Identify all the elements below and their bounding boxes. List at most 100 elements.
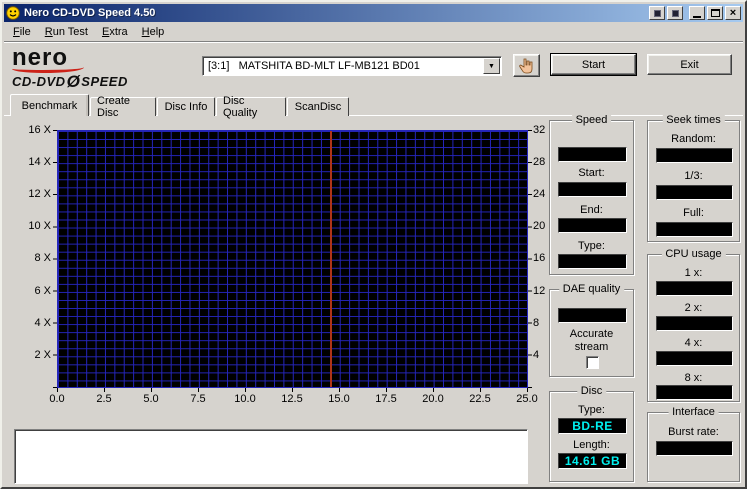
benchmark-chart — [57, 130, 528, 388]
y-axis-right-ticks — [528, 130, 532, 389]
menu-extra[interactable]: Extra — [95, 23, 135, 41]
menu-bar: File Run Test Extra Help — [4, 22, 743, 42]
disc-panel: Disc Type: BD-RE Length: 14.61 GB — [549, 385, 634, 482]
tab-disc-quality[interactable]: Disc Quality — [216, 95, 286, 119]
x-tick-label: 17.5 — [375, 393, 397, 405]
speed-start-field — [558, 182, 627, 197]
tab-benchmark[interactable]: Benchmark — [10, 94, 89, 116]
tab-scandisc[interactable]: ScanDisc — [287, 97, 349, 116]
dae-score-field — [558, 308, 627, 323]
dae-quality-title: DAE quality — [558, 283, 625, 295]
seek-random-field — [656, 148, 733, 163]
x-tick-label: 10.0 — [234, 393, 256, 405]
speed-end-label: End: — [580, 204, 603, 216]
logo-product-text: CD-DVD Ø SPEED — [12, 72, 128, 91]
x-tick-label: 22.5 — [469, 393, 491, 405]
x-tick-label: 5.0 — [143, 393, 159, 405]
y-axis-left-ticks — [53, 130, 57, 389]
results-text-area[interactable] — [14, 429, 528, 484]
cpu-8x-field — [656, 385, 733, 400]
drive-action-button[interactable] — [513, 54, 540, 77]
seek-full-label: Full: — [683, 207, 704, 219]
x-tick-label: 20.0 — [422, 393, 444, 405]
app-icon — [6, 6, 20, 20]
tab-disc-info[interactable]: Disc Info — [157, 97, 215, 116]
titlebar-tool-button-2[interactable] — [667, 6, 683, 20]
x-tick-label: 15.0 — [328, 393, 350, 405]
speed-start-label: Start: — [578, 167, 605, 179]
menu-help[interactable]: Help — [135, 23, 172, 41]
nero-brand-text: nero — [12, 44, 69, 71]
start-button[interactable]: Start — [550, 53, 637, 76]
menu-run-test[interactable]: Run Test — [38, 23, 95, 41]
y-left-tick-label: 2 X — [34, 349, 51, 361]
cpu-usage-panel: CPU usage 1 x: 2 x: 4 x: 8 x: — [647, 248, 740, 402]
seek-times-panel: Seek times Random: 1/3: Full: — [647, 114, 740, 242]
cpu-2x-field — [656, 316, 733, 331]
accurate-stream-checkbox[interactable] — [586, 356, 599, 369]
interface-panel-title: Interface — [668, 406, 719, 418]
x-tick-label: 12.5 — [281, 393, 303, 405]
disc-panel-title: Disc — [576, 385, 607, 397]
maximize-button[interactable] — [707, 6, 723, 20]
y-left-tick-label: 4 X — [34, 317, 51, 329]
seek-third-label: 1/3: — [684, 170, 703, 182]
maximize-icon — [710, 9, 720, 17]
cpu-2x-label: 2 x: — [684, 302, 703, 314]
interface-panel: Interface Burst rate: — [647, 406, 740, 482]
x-tick-label: 0.0 — [49, 393, 65, 405]
x-tick-label: 2.5 — [96, 393, 112, 405]
disc-length-value: 14.61 GB — [558, 453, 627, 469]
drive-selector-value: [3:1] MATSHITA BD-MLT LF-MB121 BD01 — [208, 60, 420, 72]
cpu-1x-field — [656, 281, 733, 296]
app-window: Nero CD-DVD Speed 4.50 × File Run Test E… — [0, 0, 747, 489]
disc-type-value: BD-RE — [558, 418, 627, 434]
minimize-icon — [693, 16, 701, 18]
tool-icon — [653, 9, 661, 17]
nero-logo: nero CD-DVD Ø SPEED — [12, 44, 182, 91]
title-bar: Nero CD-DVD Speed 4.50 × — [4, 4, 743, 22]
y-left-tick-label: 12 X — [28, 188, 51, 200]
cpu-1x-label: 1 x: — [684, 267, 703, 279]
y-left-tick-label: 6 X — [34, 285, 51, 297]
seek-third-field — [656, 185, 733, 200]
seek-times-title: Seek times — [662, 114, 725, 126]
cpu-4x-label: 4 x: — [684, 337, 703, 349]
y-left-tick-label: 8 X — [34, 252, 51, 264]
window-title: Nero CD-DVD Speed 4.50 — [24, 7, 156, 19]
seek-random-label: Random: — [671, 133, 716, 145]
seek-full-field — [656, 222, 733, 237]
y-left-tick-label: 16 X — [28, 124, 51, 136]
close-icon: × — [729, 7, 737, 19]
speed-current-field — [558, 147, 627, 162]
speed-type-label: Type: — [578, 240, 605, 252]
drive-selector[interactable]: [3:1] MATSHITA BD-MLT LF-MB121 BD01 ▼ — [202, 56, 502, 76]
speed-panel-title: Speed — [571, 114, 612, 126]
disc-type-label: Type: — [578, 404, 605, 416]
cpu-usage-title: CPU usage — [661, 248, 726, 260]
tool-icon — [671, 9, 679, 17]
chart-cursor-line — [330, 131, 332, 387]
minimize-button[interactable] — [689, 6, 705, 20]
speed-panel: Speed Start: End: Type: — [549, 114, 634, 275]
speed-end-field — [558, 218, 627, 233]
x-tick-label: 7.5 — [190, 393, 206, 405]
x-tick-label: 25.0 — [516, 393, 538, 405]
exit-button[interactable]: Exit — [647, 54, 732, 75]
disc-length-label: Length: — [573, 439, 610, 451]
speed-type-field — [558, 254, 627, 269]
titlebar-tool-button-1[interactable] — [649, 6, 665, 20]
accurate-stream-label: Accurate stream — [569, 328, 614, 353]
tab-create-disc[interactable]: Create Disc — [90, 95, 156, 119]
cpu-4x-field — [656, 351, 733, 366]
dae-quality-panel: DAE quality Accurate stream — [549, 283, 634, 377]
burst-rate-field — [656, 441, 733, 456]
x-axis-ticks — [57, 388, 529, 392]
y-left-tick-label: 10 X — [28, 220, 51, 232]
chevron-down-icon[interactable]: ▼ — [483, 58, 500, 74]
hand-pointer-icon — [518, 58, 536, 74]
menu-file[interactable]: File — [6, 23, 38, 41]
close-button[interactable]: × — [725, 6, 741, 20]
cpu-8x-label: 8 x: — [684, 372, 703, 384]
burst-rate-label: Burst rate: — [668, 426, 719, 438]
